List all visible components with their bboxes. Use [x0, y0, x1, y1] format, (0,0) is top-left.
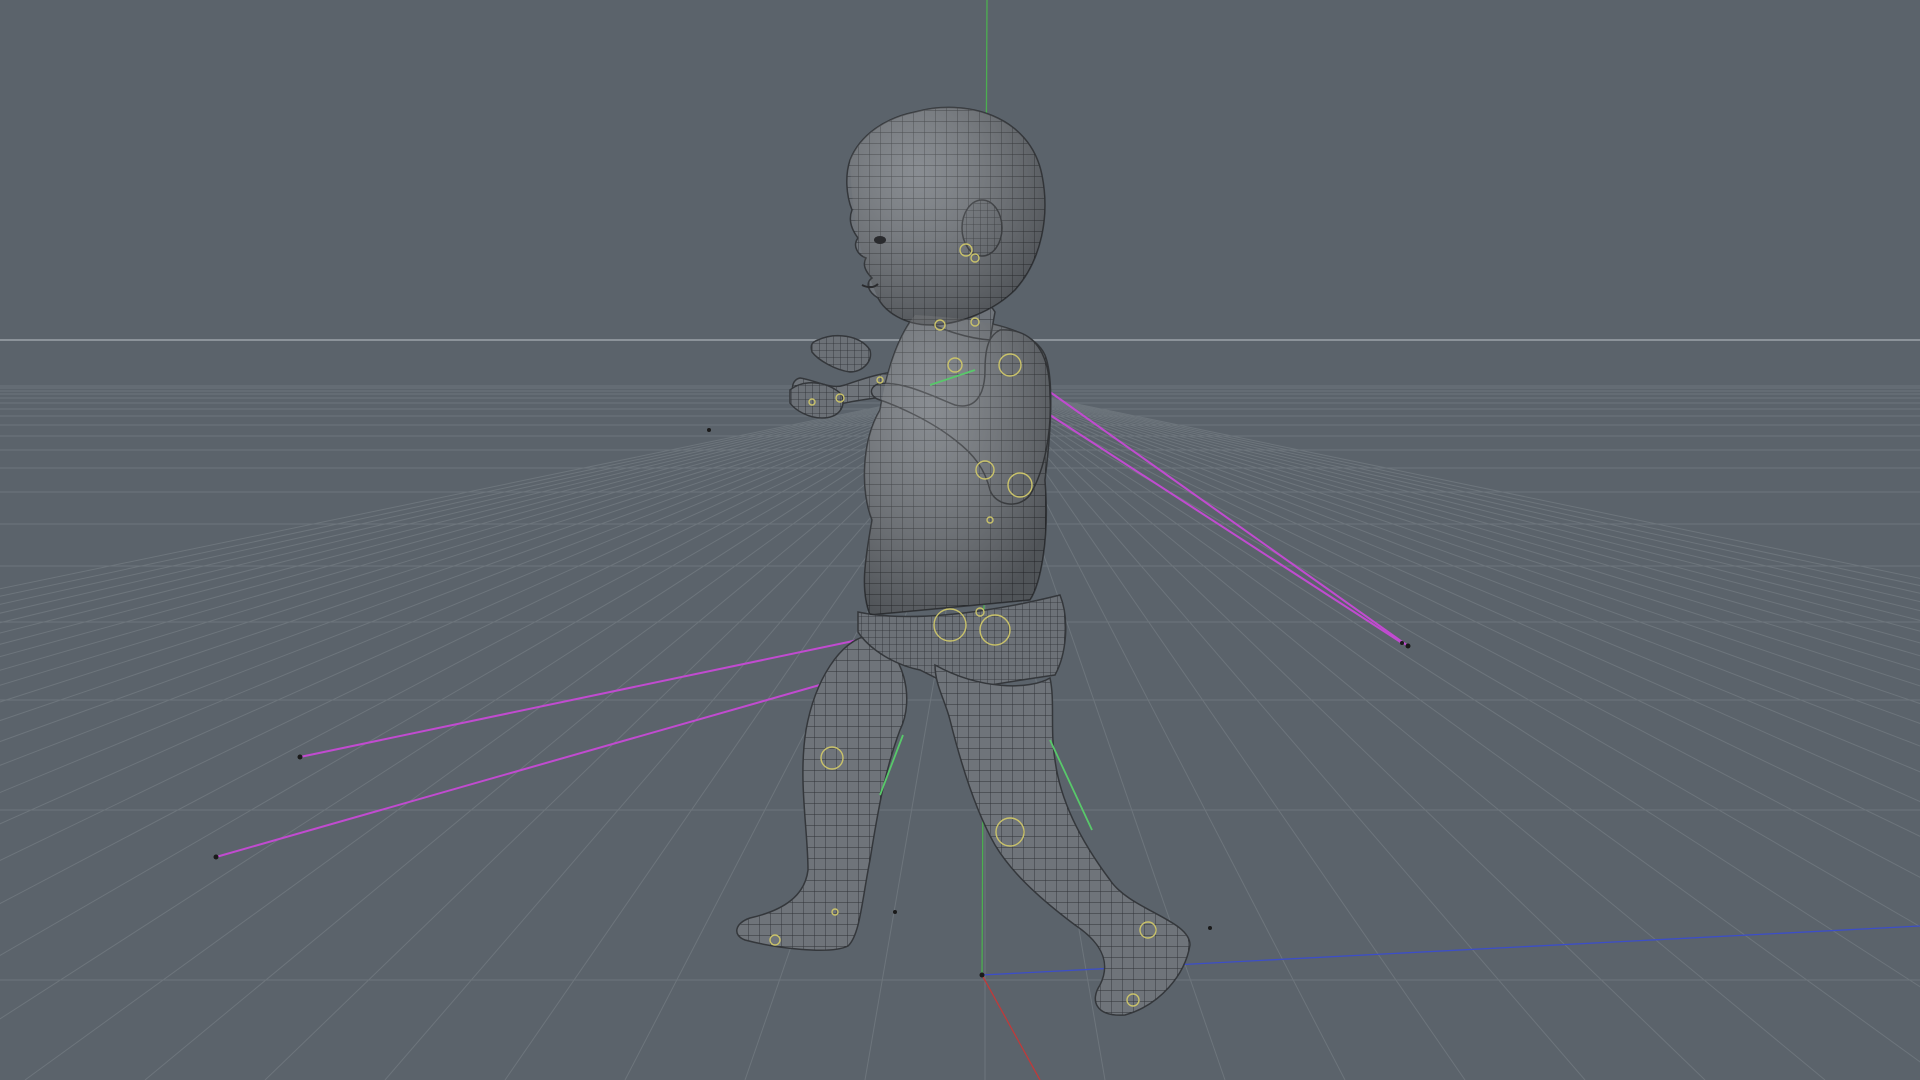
3d-viewport[interactable] [0, 0, 1920, 1080]
right-leg-mesh[interactable] [934, 663, 1191, 1016]
hand-left-mesh[interactable] [810, 334, 872, 373]
baby-character-mesh[interactable] [736, 106, 1191, 1016]
head-shading [850, 107, 1045, 326]
torso-shading [864, 315, 1051, 615]
viewport-canvas[interactable] [0, 0, 1920, 1080]
x-axis-line [981, 974, 1041, 1080]
eye [874, 236, 886, 244]
